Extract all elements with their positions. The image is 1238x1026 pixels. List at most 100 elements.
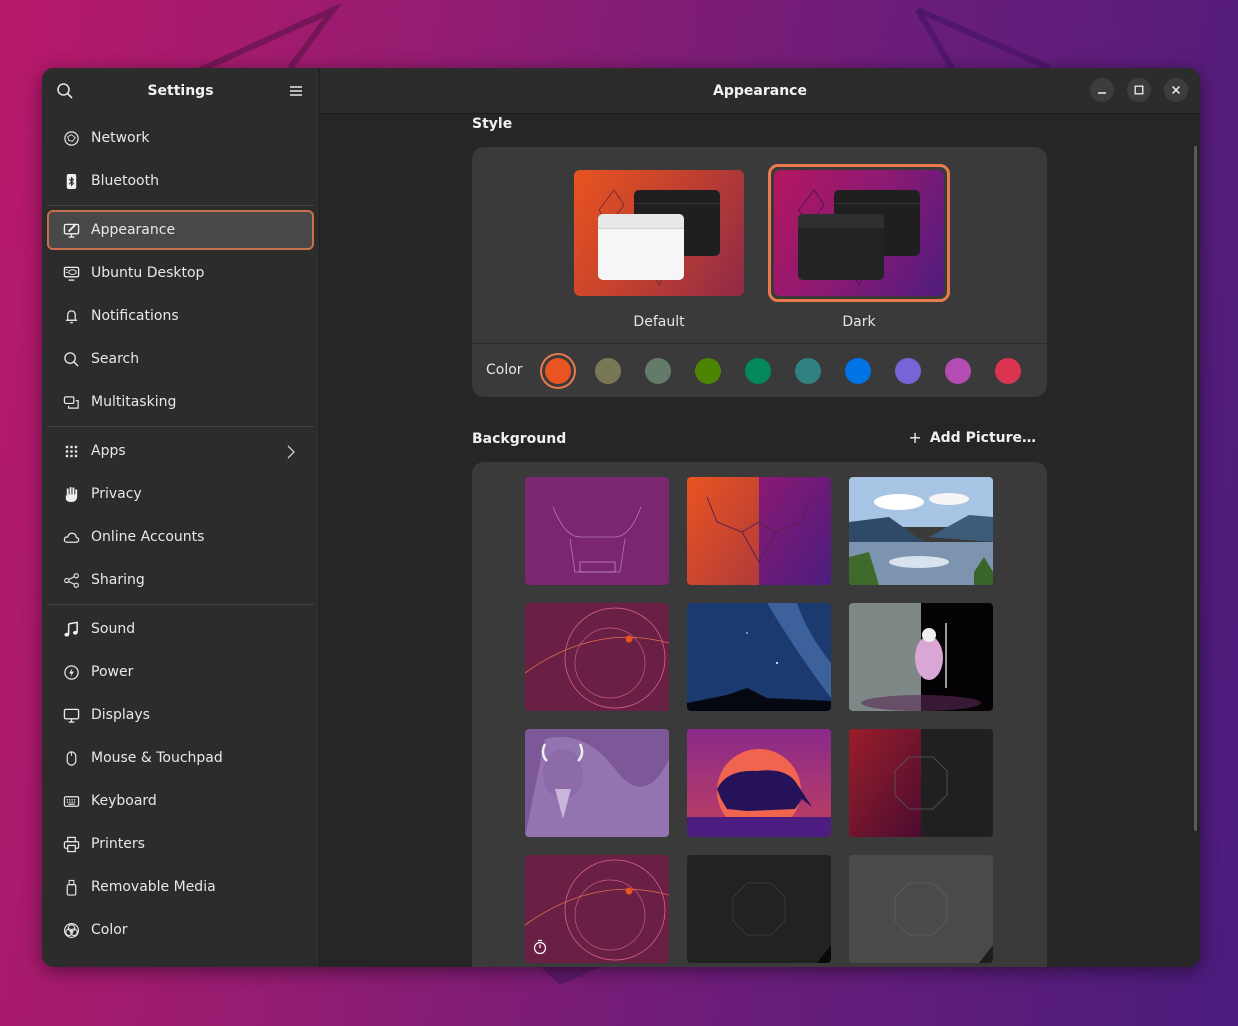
light-window-preview xyxy=(598,214,684,280)
wallpaper-bull-sunset[interactable] xyxy=(687,729,831,837)
hand-icon xyxy=(62,485,80,503)
sidebar-item-displays[interactable]: Displays xyxy=(47,695,314,735)
sidebar-item-removable-media[interactable]: Removable Media xyxy=(47,867,314,907)
sidebar-item-label: Printers xyxy=(91,836,145,852)
keyboard-icon xyxy=(62,792,80,810)
wallpaper-purple-creature[interactable] xyxy=(525,729,669,837)
sidebar-item-apps[interactable]: Apps xyxy=(47,431,314,471)
accent-color-bark[interactable] xyxy=(595,358,621,384)
background-card xyxy=(472,462,1047,967)
sidebar-item-sharing[interactable]: Sharing xyxy=(47,560,314,600)
sidebar-item-network[interactable]: Network xyxy=(47,118,314,158)
apps-grid-icon xyxy=(62,442,80,460)
multitasking-icon xyxy=(62,393,80,411)
theme-preview-default xyxy=(574,170,744,296)
sidebar-item-printers[interactable]: Printers xyxy=(47,824,314,864)
sidebar-item-search[interactable]: Search xyxy=(47,339,314,379)
sidebar-item-sound[interactable]: Sound xyxy=(47,609,314,649)
sidebar-item-label: Removable Media xyxy=(91,879,216,895)
accent-color-purple[interactable] xyxy=(895,358,921,384)
accent-color-viridian[interactable] xyxy=(745,358,771,384)
search-icon[interactable] xyxy=(56,82,74,100)
accent-color-prussian-green[interactable] xyxy=(795,358,821,384)
search-icon xyxy=(62,350,80,368)
accent-color-label: Color xyxy=(486,362,523,378)
accent-color-orange[interactable] xyxy=(545,358,571,384)
sidebar-item-bluetooth[interactable]: Bluetooth xyxy=(47,161,314,201)
theme-label-default: Default xyxy=(633,314,685,330)
sidebar-item-privacy[interactable]: Privacy xyxy=(47,474,314,514)
sidebar-item-label: Notifications xyxy=(91,308,179,324)
sidebar-item-label: Apps xyxy=(91,443,126,459)
maximize-button[interactable] xyxy=(1127,78,1151,102)
theme-option-default[interactable]: Default xyxy=(568,164,750,330)
sidebar-item-label: Ubuntu Desktop xyxy=(91,265,205,281)
sidebar-separator xyxy=(47,604,314,605)
sidebar-list: Network Bluetooth Appearance Ubuntu Desktop… xyxy=(42,113,319,950)
style-section-title: Style xyxy=(472,116,513,132)
minimize-icon xyxy=(1098,92,1106,94)
accent-color-olive[interactable] xyxy=(695,358,721,384)
wallpaper-fjord-landscape[interactable] xyxy=(849,477,993,585)
theme-option-dark[interactable]: Dark xyxy=(768,164,950,330)
accent-color-sage[interactable] xyxy=(645,358,671,384)
sidebar-separator xyxy=(47,205,314,206)
accent-color-magenta[interactable] xyxy=(945,358,971,384)
theme-preview-dark xyxy=(774,170,944,296)
sidebar-item-label: Keyboard xyxy=(91,793,157,809)
accent-color-red[interactable] xyxy=(995,358,1021,384)
sidebar-item-power[interactable]: Power xyxy=(47,652,314,692)
maximize-icon xyxy=(1134,85,1144,95)
header-bar: Appearance xyxy=(320,68,1200,114)
accent-color-row: Color xyxy=(472,343,1047,397)
hamburger-menu-icon[interactable] xyxy=(287,82,305,100)
close-icon xyxy=(1171,85,1181,95)
power-icon xyxy=(62,663,80,681)
page-title: Appearance xyxy=(713,82,807,99)
monitor-icon xyxy=(62,706,80,724)
wallpaper-red-orbits[interactable] xyxy=(525,603,669,711)
dark-window-preview-front xyxy=(798,214,884,280)
sidebar-item-keyboard[interactable]: Keyboard xyxy=(47,781,314,821)
close-button[interactable] xyxy=(1164,78,1188,102)
sidebar-item-notifications[interactable]: Notifications xyxy=(47,296,314,336)
usb-drive-icon xyxy=(62,878,80,896)
vertical-scrollbar[interactable] xyxy=(1194,146,1197,831)
music-note-icon xyxy=(62,620,80,638)
sidebar-item-online-accounts[interactable]: Online Accounts xyxy=(47,517,314,557)
sidebar-item-mouse-touchpad[interactable]: Mouse & Touchpad xyxy=(47,738,314,778)
wallpaper-red-dark-split-octagon[interactable] xyxy=(849,729,993,837)
sidebar-item-appearance[interactable]: Appearance xyxy=(47,210,314,250)
wallpaper-orange-purple-bull-geometric[interactable] xyxy=(687,477,831,585)
color-icon xyxy=(62,921,80,939)
bluetooth-icon xyxy=(62,172,80,190)
add-picture-button[interactable]: + Add Picture… xyxy=(908,428,1036,447)
sidebar: Settings Network Bluetooth Appearance Ubunt… xyxy=(42,68,320,967)
cloud-icon xyxy=(62,528,80,546)
printer-icon xyxy=(62,835,80,853)
sidebar-item-label: Appearance xyxy=(91,222,176,238)
sidebar-item-color[interactable]: Color xyxy=(47,910,314,950)
sidebar-header: Settings xyxy=(42,68,319,113)
wallpaper-purple-bull-outline[interactable] xyxy=(525,477,669,585)
sidebar-item-label: Privacy xyxy=(91,486,142,502)
sidebar-item-multitasking[interactable]: Multitasking xyxy=(47,382,314,422)
wallpaper-minotaur-split[interactable] xyxy=(849,603,993,711)
wallpaper-grey-octagon[interactable] xyxy=(849,855,993,963)
minimize-button[interactable] xyxy=(1090,78,1114,102)
wallpaper-milky-way[interactable] xyxy=(687,603,831,711)
sidebar-item-label: Sharing xyxy=(91,572,145,588)
sidebar-item-ubuntu-desktop[interactable]: Ubuntu Desktop xyxy=(47,253,314,293)
sidebar-item-label: Mouse & Touchpad xyxy=(91,750,223,766)
main-panel: Appearance Style Default Dark Color Back… xyxy=(320,68,1200,967)
wallpaper-red-orbits-timed[interactable] xyxy=(525,855,669,963)
sidebar-item-label: Online Accounts xyxy=(91,529,205,545)
chevron-right-icon xyxy=(286,444,296,460)
bell-icon xyxy=(62,307,80,325)
accent-color-blue[interactable] xyxy=(845,358,871,384)
wallpaper-dark-octagon[interactable] xyxy=(687,855,831,963)
network-icon xyxy=(62,129,80,147)
mouse-icon xyxy=(62,749,80,767)
share-icon xyxy=(62,571,80,589)
add-picture-label: Add Picture… xyxy=(929,429,1036,446)
